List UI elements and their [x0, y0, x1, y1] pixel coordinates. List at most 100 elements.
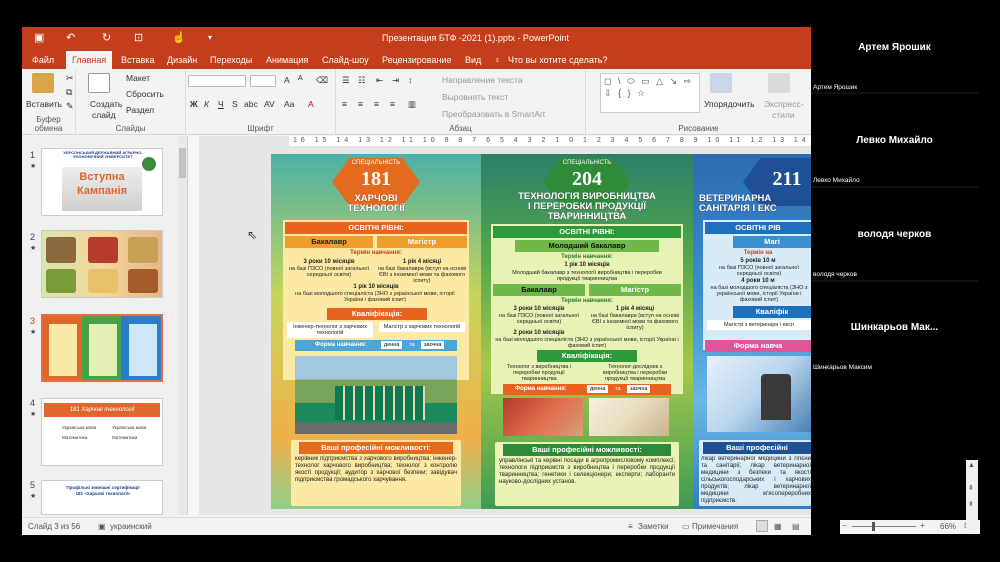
tab-view[interactable]: Вид [465, 55, 481, 65]
thumbnail-pane: 1 ★ ХЕРСОНСЬКИЙ ДЕРЖАВНИЙ АГРАРНО-ЕКОНОМ… [22, 136, 188, 515]
slide-sorter-icon[interactable]: ▦ [774, 522, 782, 531]
text-direction-button[interactable]: Направление текста [442, 75, 523, 85]
justify-icon[interactable]: ≡ [390, 99, 395, 109]
shapes-gallery[interactable]: ◻ \ ⬭ ▭ △ ↘ ⇨ ⇩ { } ☆ [600, 73, 700, 113]
participant-name[interactable]: Артем Ярошик [811, 42, 978, 53]
tab-home[interactable]: Главная [66, 51, 113, 69]
zoom-level[interactable]: 66% [940, 522, 956, 531]
next-slide-icon[interactable]: ⇟ [968, 500, 974, 508]
bold-button[interactable]: Ж [190, 99, 198, 109]
comments-button[interactable]: Примечания [692, 522, 738, 531]
mouse-cursor-icon: ⇖ [247, 228, 258, 242]
scroll-up-icon[interactable]: ▲ [968, 462, 975, 469]
quick-styles-label[interactable]: стили [772, 110, 795, 120]
font-name-box[interactable] [188, 75, 246, 87]
undo-icon[interactable]: ↶ [66, 31, 75, 44]
paste-button[interactable]: Вставить [26, 99, 62, 109]
decrease-font-button[interactable]: A [298, 75, 303, 82]
numbering-icon[interactable]: ☷ [358, 75, 366, 86]
slide-thumbnail-3[interactable] [41, 314, 163, 382]
zoom-slider-thumb[interactable] [872, 522, 875, 531]
normal-view-button[interactable] [756, 520, 768, 532]
section-button[interactable]: Раздел [126, 105, 154, 115]
tab-animation[interactable]: Анимация [266, 55, 308, 65]
slideshow-start-icon[interactable]: ⊡ [134, 31, 143, 44]
font-size-box[interactable] [250, 75, 276, 87]
align-right-icon[interactable]: ≡ [374, 99, 379, 109]
redo-icon[interactable]: ↻ [102, 31, 111, 44]
notes-button[interactable]: Заметки [638, 522, 669, 531]
arrange-button[interactable]: Упорядочить [704, 99, 755, 109]
new-slide-button[interactable]: Создать [90, 99, 122, 109]
columns-icon[interactable]: ▥ [408, 99, 416, 110]
language-indicator[interactable]: украинский [110, 522, 152, 531]
thumb-title-2: Кампанія [77, 185, 127, 197]
slide-canvas[interactable]: СПЕЦІАЛЬНІСТЬ 181 ХАРЧОВІ ТЕХНОЛОГІЇ ОСВ… [271, 154, 811, 509]
new-slide-icon[interactable] [88, 73, 110, 93]
clipboard-group: Вставить ✂ ⧉ ✎ Буфер обмена [22, 69, 76, 135]
font-color-button[interactable]: A [308, 99, 314, 109]
tab-insert[interactable]: Вставка [121, 55, 154, 65]
arrange-icon[interactable] [710, 73, 732, 93]
tab-review[interactable]: Рецензирование [382, 55, 452, 65]
tab-slideshow[interactable]: Слайд-шоу [322, 55, 369, 65]
zoom-in-icon[interactable]: + [920, 521, 925, 530]
university-logo [142, 157, 156, 171]
spacing-button[interactable]: AV [264, 99, 275, 109]
participant-name[interactable]: Левко Михайло [811, 135, 978, 146]
thumbnail-scrollbar[interactable] [178, 136, 187, 515]
food-image [88, 269, 118, 293]
case-button[interactable]: Aa [284, 99, 294, 109]
touch-mode-icon[interactable]: ☝ [172, 31, 186, 44]
participant-name[interactable]: Шинкарьов Мак... [811, 322, 978, 333]
tab-file[interactable]: Файл [32, 55, 54, 65]
italic-button[interactable]: К [204, 99, 209, 109]
shadow-button[interactable]: abc [244, 99, 258, 109]
slide-thumbnail-1[interactable]: ХЕРСОНСЬКИЙ ДЕРЖАВНИЙ АГРАРНО-ЕКОНОМІЧНИ… [41, 148, 163, 216]
cut-icon[interactable]: ✂ [66, 73, 74, 84]
comments-icon[interactable]: ▭ [682, 522, 690, 531]
align-left-icon[interactable]: ≡ [342, 99, 347, 109]
zoom-out-icon[interactable]: − [842, 521, 847, 530]
participant-name[interactable]: володя черков [811, 229, 978, 240]
font-group: A A ⌫ Ж К Ч S abc AV Aa A Шрифт [186, 69, 336, 135]
layout-button[interactable]: Макет [126, 73, 150, 83]
canvas-scrollbar[interactable]: ▲ ⇞ ⇟ [966, 460, 978, 530]
study-form-ext: заочна [421, 341, 445, 349]
spellcheck-icon[interactable]: ▣ [98, 522, 106, 531]
line-spacing-icon[interactable]: ↕ [408, 75, 412, 85]
prev-slide-icon[interactable]: ⇞ [968, 484, 974, 492]
term-heading: Термін навчання: [561, 254, 613, 260]
align-text-button[interactable]: Выровнять текст [442, 92, 508, 102]
new-slide-label[interactable]: слайд [92, 110, 116, 120]
bullets-icon[interactable]: ☰ [342, 75, 350, 86]
qualification-value: Інженер-технолог з харчових технологій [287, 322, 373, 338]
format-painter-icon[interactable]: ✎ [66, 101, 74, 112]
paste-icon[interactable] [32, 73, 54, 93]
slide-thumbnail-5[interactable]: Профільні зовнішні сертифікації 181 «Хар… [41, 480, 163, 515]
save-icon[interactable]: ▣ [34, 31, 44, 44]
master-bar: Магі [733, 236, 811, 248]
tab-design[interactable]: Дизайн [167, 55, 197, 65]
strike-button[interactable]: S [232, 99, 238, 109]
tell-me-search[interactable]: Что вы хотите сделать? [508, 55, 608, 65]
notes-icon[interactable]: ≡ [628, 522, 633, 531]
increase-font-button[interactable]: A [284, 75, 290, 85]
smartart-button[interactable]: Преобразовать в SmartArt [442, 109, 545, 119]
quick-styles-button[interactable]: Экспресс- [764, 99, 804, 109]
slide-thumbnail-2[interactable] [41, 230, 163, 298]
outdent-icon[interactable]: ⇥ [392, 75, 399, 86]
clear-format-icon[interactable]: ⌫ [316, 75, 328, 86]
customize-toolbar-icon[interactable]: ▾ [208, 33, 212, 42]
underline-button[interactable]: Ч [218, 99, 224, 109]
reading-view-icon[interactable]: ▤ [792, 522, 800, 531]
scroll-thumb[interactable] [179, 148, 186, 178]
zoom-slider[interactable] [852, 526, 916, 527]
quick-styles-icon[interactable] [768, 73, 790, 93]
indent-icon[interactable]: ⇤ [376, 75, 383, 86]
reset-button[interactable]: Сбросить [126, 89, 164, 99]
tab-transitions[interactable]: Переходы [210, 55, 252, 65]
align-center-icon[interactable]: ≡ [358, 99, 363, 109]
slide-thumbnail-4[interactable]: 181 Харчові технології Українська мова У… [41, 398, 163, 466]
copy-icon[interactable]: ⧉ [66, 87, 72, 98]
